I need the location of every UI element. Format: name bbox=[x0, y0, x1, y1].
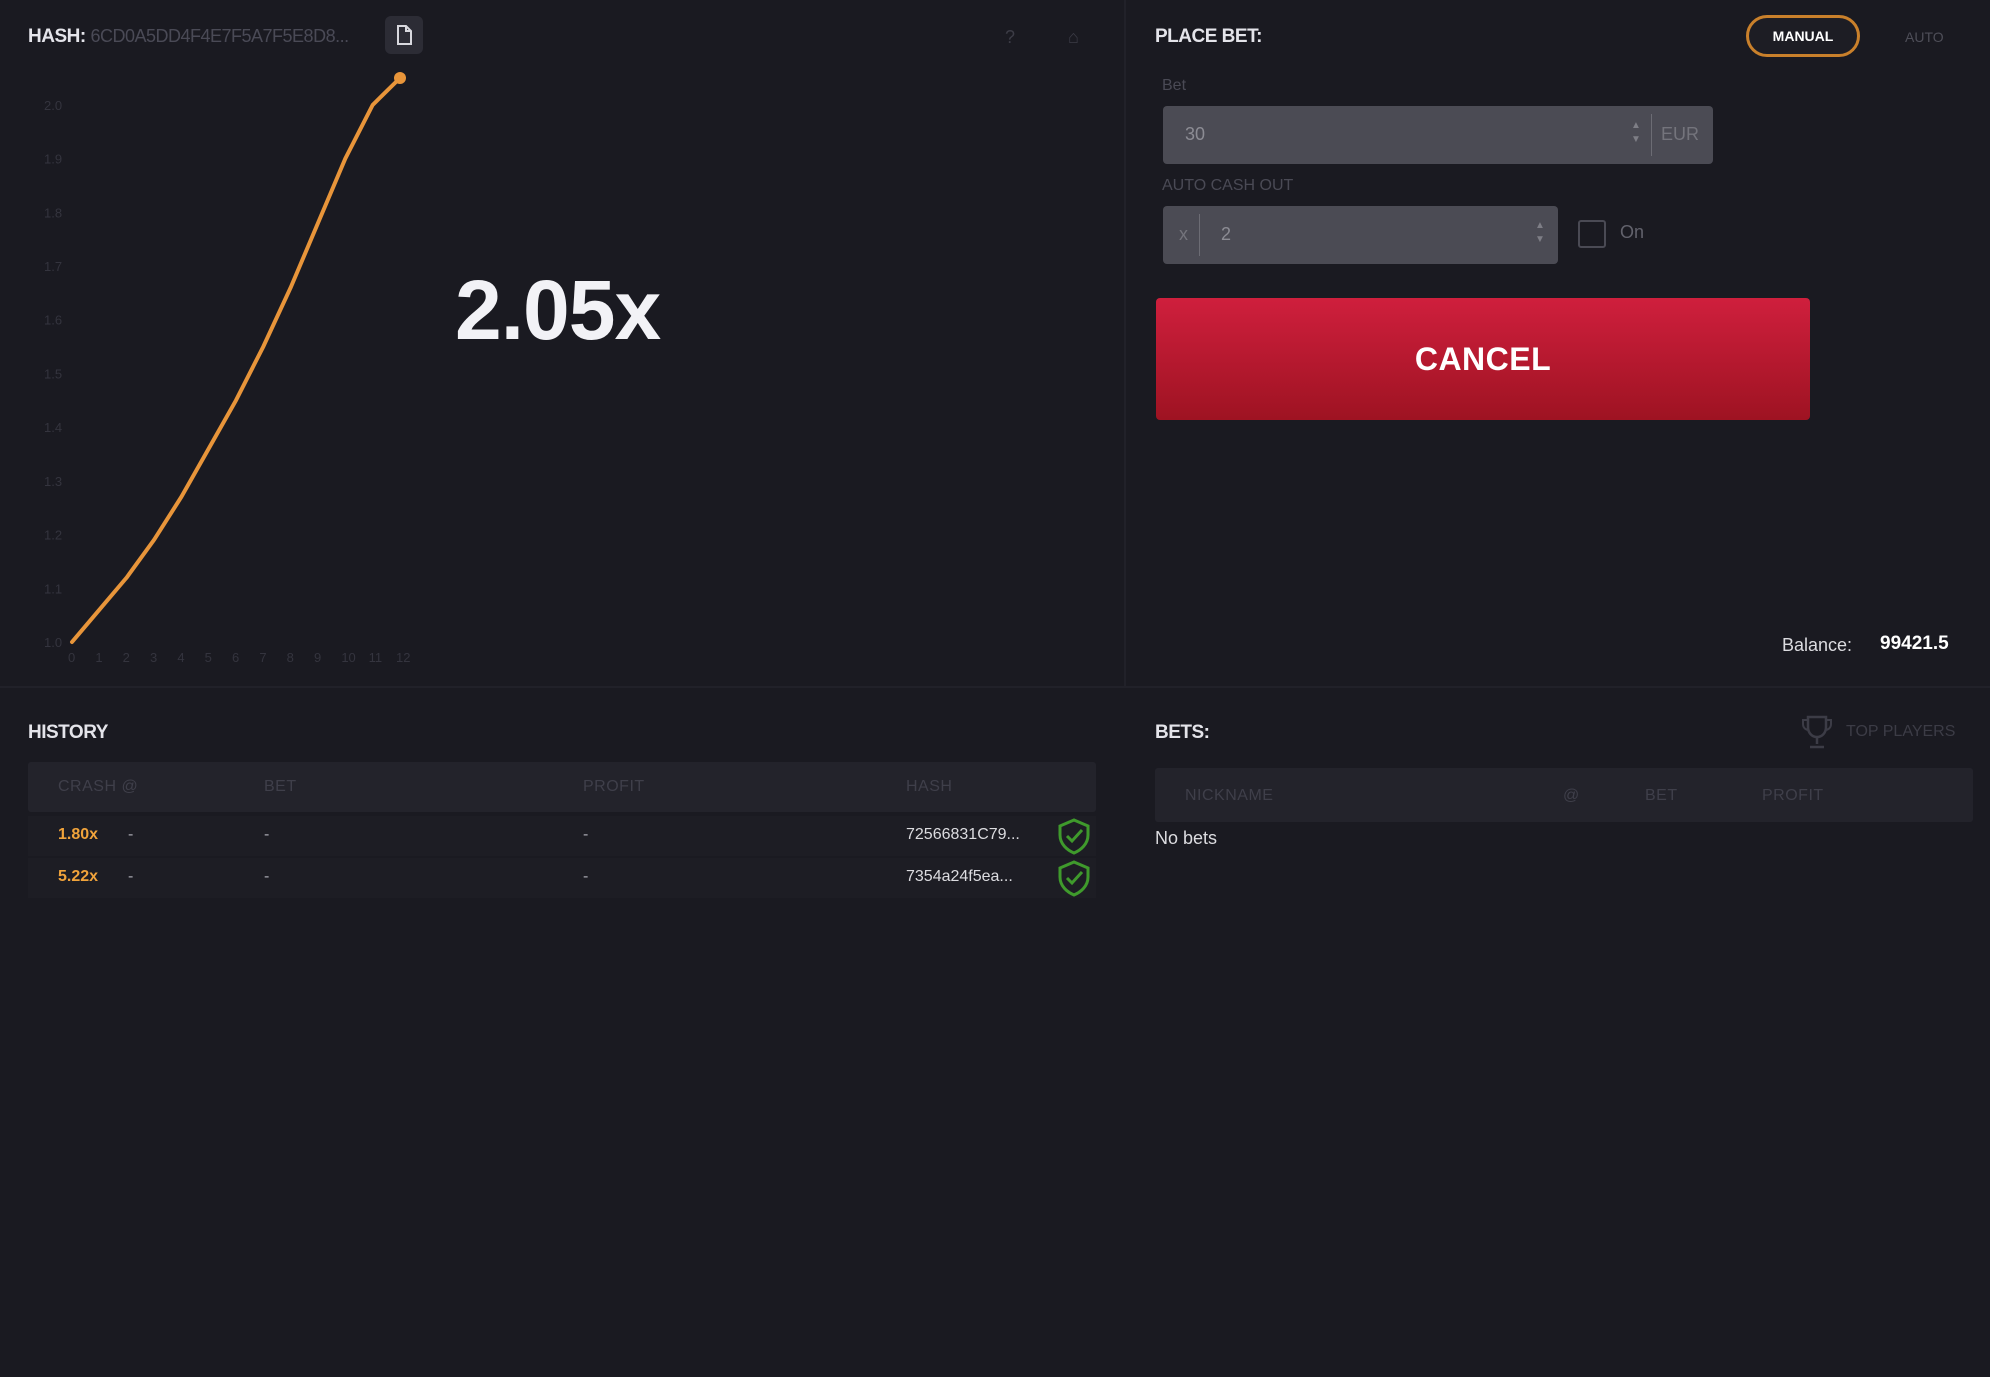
x-tick-label: 1 bbox=[95, 650, 102, 665]
x-tick-label: 9 bbox=[314, 650, 321, 665]
x-tick-label: 7 bbox=[259, 650, 266, 665]
tab-auto[interactable]: AUTO bbox=[1905, 29, 1944, 45]
auto-cashout-checkbox[interactable] bbox=[1578, 220, 1606, 248]
column-bet: BET bbox=[264, 778, 297, 795]
bets-table-header: NICKNAME @ BET PROFIT bbox=[1155, 768, 1973, 822]
y-tick-label: 1.8 bbox=[44, 205, 62, 220]
table-row[interactable]: 1.80x - - - 72566831C79... bbox=[28, 816, 1096, 856]
table-row[interactable]: 5.22x - - - 7354a24f5ea... bbox=[28, 858, 1096, 898]
row-hash[interactable]: 7354a24f5ea... bbox=[906, 868, 1013, 886]
y-tick-label: 1.2 bbox=[44, 528, 62, 543]
column-crash: CRASH @ bbox=[58, 778, 139, 795]
balance-value: 99421.5 bbox=[1880, 633, 1949, 654]
row-crash-value: 1.80x bbox=[58, 826, 99, 843]
x-tick-label: 8 bbox=[287, 650, 294, 665]
input-separator bbox=[1199, 214, 1200, 256]
row-bet: - bbox=[264, 826, 270, 843]
x-tick-label: 3 bbox=[150, 650, 157, 665]
row-bet: - bbox=[264, 868, 270, 885]
row-profit: - bbox=[583, 826, 589, 843]
y-tick-label: 1.6 bbox=[44, 313, 62, 328]
bet-amount-input[interactable]: 30 ▲ ▼ EUR bbox=[1163, 106, 1713, 164]
current-multiplier: 2.05x bbox=[455, 263, 661, 357]
crash-game-app: HASH: 6CD0A5DD4F4E7F5A7F5E8D8... ? ⌂ 1.0… bbox=[0, 0, 1990, 1377]
x-tick-label: 2 bbox=[123, 650, 130, 665]
row-dash: - bbox=[128, 868, 134, 885]
auto-cashout-value: 2 bbox=[1221, 224, 1232, 244]
verified-shield-icon[interactable] bbox=[1055, 817, 1093, 855]
bet-currency: EUR bbox=[1661, 124, 1700, 144]
column-nickname: NICKNAME bbox=[1185, 787, 1274, 804]
auto-cashout-label: AUTO CASH OUT bbox=[1162, 177, 1294, 194]
balance-label: Balance: bbox=[1782, 635, 1853, 655]
y-tick-label: 1.5 bbox=[44, 366, 62, 381]
trophy-icon bbox=[1802, 715, 1832, 749]
bets-title: BETS: bbox=[1155, 722, 1210, 743]
column-profit: PROFIT bbox=[1762, 787, 1824, 804]
row-dash: - bbox=[128, 826, 134, 843]
history-title: HISTORY bbox=[28, 722, 108, 743]
hash-label: HASH: bbox=[28, 26, 86, 47]
x-tick-label: 6 bbox=[232, 650, 239, 665]
copy-hash-button[interactable] bbox=[385, 16, 423, 54]
bet-spinner[interactable]: ▲ ▼ bbox=[1631, 119, 1641, 147]
input-separator bbox=[1651, 114, 1652, 156]
crash-curve-endpoint bbox=[394, 72, 406, 84]
home-icon[interactable]: ⌂ bbox=[1068, 27, 1079, 48]
auto-cashout-input[interactable]: x 2 ▲ ▼ bbox=[1163, 206, 1558, 264]
column-hash: HASH bbox=[906, 778, 953, 795]
y-tick-label: 1.4 bbox=[44, 420, 62, 435]
bet-label: Bet bbox=[1162, 77, 1187, 94]
column-at: @ bbox=[1563, 787, 1580, 804]
crash-chart: 1.01.11.21.31.41.51.61.71.81.92.0 012345… bbox=[44, 72, 410, 665]
auto-cashout-on-label: On bbox=[1620, 222, 1645, 242]
x-tick-label: 0 bbox=[68, 650, 75, 665]
place-bet-title: PLACE BET: bbox=[1155, 26, 1262, 47]
row-crash-value: 5.22x bbox=[58, 868, 99, 885]
panel-divider-vertical bbox=[1124, 0, 1126, 686]
crash-curve-line bbox=[70, 76, 402, 644]
y-tick-label: 1.1 bbox=[44, 581, 62, 596]
column-profit: PROFIT bbox=[583, 778, 645, 795]
hash-value: 6CD0A5DD4F4E7F5A7F5E8D8... bbox=[90, 26, 349, 46]
top-players-label: TOP PLAYERS bbox=[1846, 723, 1956, 740]
help-icon[interactable]: ? bbox=[1005, 27, 1015, 48]
y-tick-label: 1.9 bbox=[44, 152, 62, 167]
auto-cashout-spinner[interactable]: ▲ ▼ bbox=[1535, 219, 1545, 247]
x-tick-label: 5 bbox=[205, 650, 212, 665]
verified-shield-icon[interactable] bbox=[1055, 859, 1093, 897]
y-tick-label: 1.0 bbox=[44, 635, 62, 650]
hash-header: HASH: 6CD0A5DD4F4E7F5A7F5E8D8... bbox=[28, 26, 349, 48]
panel-divider-horizontal bbox=[0, 686, 1990, 688]
tab-manual[interactable]: MANUAL bbox=[1746, 15, 1860, 57]
cancel-button[interactable]: CANCEL bbox=[1156, 298, 1810, 420]
row-profit: - bbox=[583, 868, 589, 885]
bet-amount-value: 30 bbox=[1185, 124, 1206, 144]
y-tick-label: 2.0 bbox=[44, 98, 62, 113]
y-tick-label: 1.3 bbox=[44, 474, 62, 489]
x-axis-ticks: 0 1 2 3 4 5 6 7 8 9 10 11 12 bbox=[68, 650, 410, 665]
x-tick-label: 12 bbox=[396, 650, 410, 665]
row-hash[interactable]: 72566831C79... bbox=[906, 826, 1020, 844]
y-tick-label: 1.7 bbox=[44, 259, 62, 274]
column-bet: BET bbox=[1645, 787, 1678, 804]
y-axis-ticks: 1.0 1.1 1.2 1.3 1.4 1.5 1.6 1.7 1.8 1.9 2.0 bbox=[44, 98, 62, 650]
x-tick-label: 11 bbox=[369, 650, 383, 665]
history-table-header: CRASH @ BET PROFIT HASH bbox=[28, 762, 1096, 812]
x-tick-label: 10 bbox=[341, 650, 355, 665]
no-bets-text: No bets bbox=[1155, 828, 1218, 848]
auto-cashout-prefix: x bbox=[1179, 224, 1188, 244]
x-tick-label: 4 bbox=[177, 650, 184, 665]
copy-icon bbox=[397, 25, 412, 45]
top-players-link[interactable]: TOP PLAYERS bbox=[1800, 712, 1955, 752]
